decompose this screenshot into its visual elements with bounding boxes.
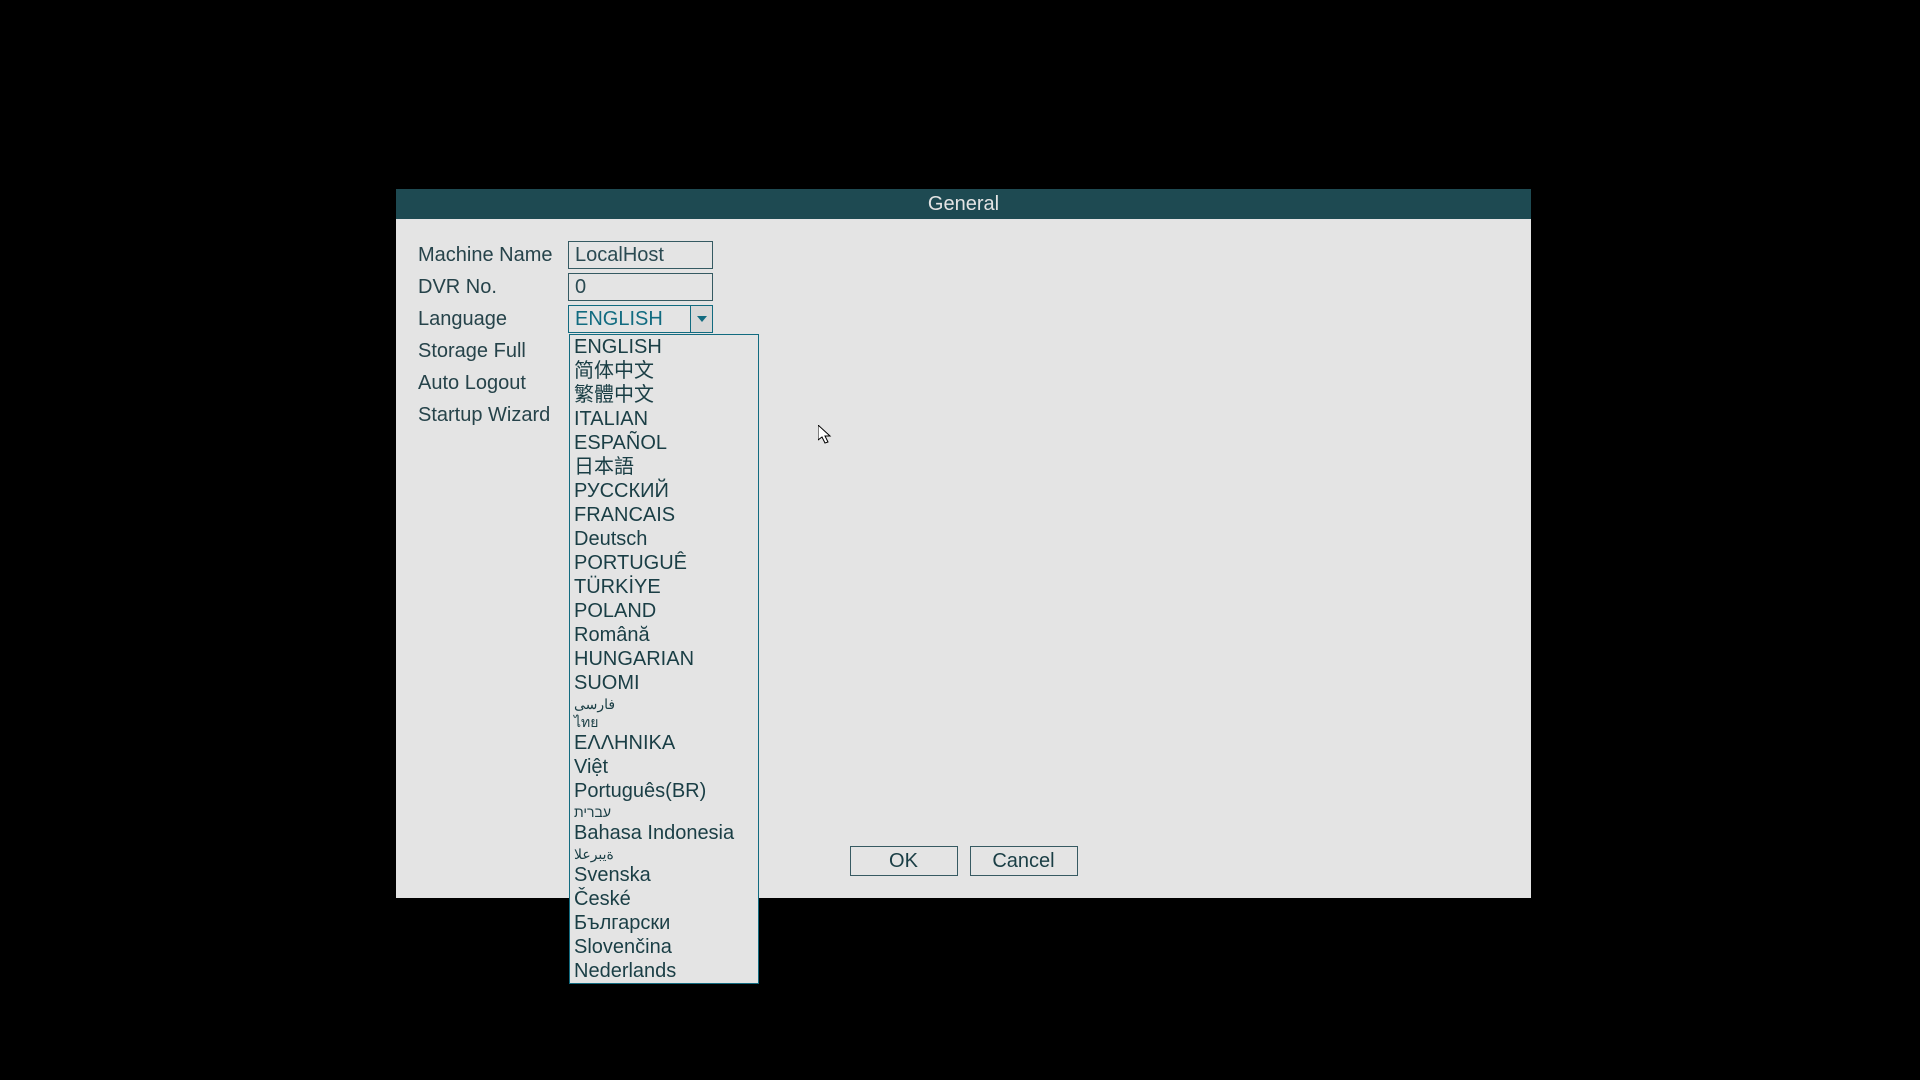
label-startup-wizard: Startup Wizard [418,404,568,427]
language-option[interactable]: ةيبرعلا [570,845,758,863]
language-option[interactable]: 简体中文 [570,359,758,383]
language-option[interactable]: Português(BR) [570,779,758,803]
general-dialog: General Machine Name DVR No. Language EN… [396,189,1531,898]
language-option[interactable]: 繁體中文 [570,383,758,407]
language-combo[interactable]: ENGLISH ENGLISH简体中文繁體中文ITALIANESPAÑOL日本語… [568,305,713,333]
label-storage-full: Storage Full [418,340,568,363]
language-option[interactable]: FRANCAIS [570,503,758,527]
language-option[interactable]: Slovenčina [570,935,758,959]
language-option[interactable]: Svenska [570,863,758,887]
button-row: OK Cancel [396,846,1531,876]
language-option[interactable]: עברית [570,803,758,821]
label-dvr-no: DVR No. [418,276,568,299]
cancel-button[interactable]: Cancel [970,846,1078,876]
language-option[interactable]: 日本語 [570,455,758,479]
dvr-no-input[interactable] [568,273,713,301]
language-option[interactable]: Bahasa Indonesia [570,821,758,845]
language-option[interactable]: فارسی [570,695,758,713]
ok-button[interactable]: OK [850,846,958,876]
label-auto-logout: Auto Logout [418,372,568,395]
language-option[interactable]: ENGLISH [570,335,758,359]
language-option[interactable]: ESPAÑOL [570,431,758,455]
row-language: Language ENGLISH ENGLISH简体中文繁體中文ITALIANE… [418,303,1509,335]
label-language: Language [418,308,568,331]
language-option[interactable]: Việt [570,755,758,779]
language-option[interactable]: TÜRKİYE [570,575,758,599]
row-machine-name: Machine Name [418,239,1509,271]
language-option[interactable]: PORTUGUÊ [570,551,758,575]
language-option[interactable]: ΕΛΛΗΝΙΚΑ [570,731,758,755]
language-option[interactable]: ITALIAN [570,407,758,431]
language-option[interactable]: Deutsch [570,527,758,551]
language-combo-button[interactable] [690,306,712,332]
language-combo-value: ENGLISH [569,306,690,332]
language-dropdown[interactable]: ENGLISH简体中文繁體中文ITALIANESPAÑOL日本語РУССКИЙF… [569,334,759,984]
language-option[interactable]: POLAND [570,599,758,623]
form: Machine Name DVR No. Language ENGLISH EN… [396,219,1531,451]
language-option[interactable]: SUOMI [570,671,758,695]
chevron-down-icon [697,316,707,322]
language-option[interactable]: České [570,887,758,911]
label-machine-name: Machine Name [418,244,568,267]
language-option[interactable]: ไทย [570,713,758,731]
language-option[interactable]: Română [570,623,758,647]
language-option[interactable]: РУССКИЙ [570,479,758,503]
language-option[interactable]: HUNGARIAN [570,647,758,671]
language-option[interactable]: Български [570,911,758,935]
language-option[interactable]: Nederlands [570,959,758,983]
row-dvr-no: DVR No. [418,271,1509,303]
machine-name-input[interactable] [568,241,713,269]
dialog-title: General [396,189,1531,219]
